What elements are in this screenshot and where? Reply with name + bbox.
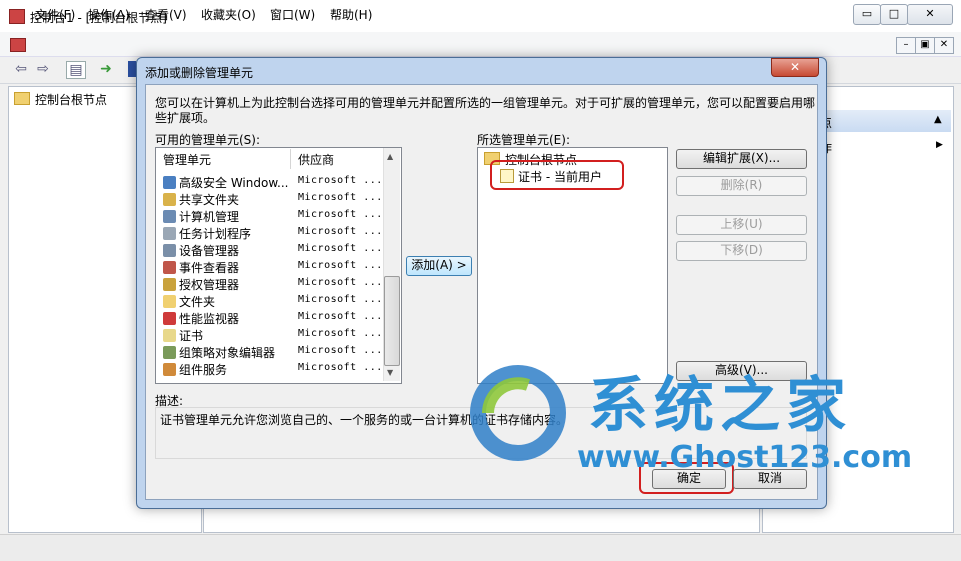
- edit-extensions-button[interactable]: 编辑扩展(X)...: [676, 149, 807, 169]
- menu-action[interactable]: 操作(A): [88, 6, 130, 23]
- authorization-icon: [163, 278, 176, 291]
- group-policy-icon: [163, 346, 176, 359]
- scroll-down-icon[interactable]: ▼: [387, 368, 393, 377]
- dialog-close-button[interactable]: ✕: [771, 58, 819, 77]
- menu-window[interactable]: 窗口(W): [270, 6, 315, 23]
- snapin-name: 共享文件夹: [179, 193, 240, 207]
- menu-view[interactable]: 查看(V): [145, 6, 187, 23]
- snapin-name: 证书: [179, 329, 204, 343]
- back-arrow-icon[interactable]: ⇦: [12, 61, 30, 77]
- clock-icon: [163, 227, 176, 240]
- mdi-close-button[interactable]: ✕: [934, 37, 954, 54]
- snapin-vendor: Microsoft ...: [298, 294, 383, 305]
- tree-root-item[interactable]: 控制台根节点: [14, 91, 107, 108]
- watermark-url: www.Ghost123.com: [577, 440, 913, 475]
- watermark-title: 系统之家: [588, 371, 852, 441]
- collapse-up-icon[interactable]: ▲: [934, 114, 942, 125]
- scroll-up-icon[interactable]: ▲: [387, 152, 393, 161]
- certificate-icon: [163, 329, 176, 342]
- status-bar: [0, 534, 961, 561]
- device-manager-icon: [163, 244, 176, 257]
- event-viewer-icon: [163, 261, 176, 274]
- add-button[interactable]: 添加(A) >: [406, 256, 472, 276]
- show-tree-icon[interactable]: ▤: [66, 61, 86, 79]
- snapin-vendor: Microsoft ...: [298, 328, 383, 339]
- column-header-vendor[interactable]: 供应商: [298, 151, 334, 168]
- snapin-vendor: Microsoft ...: [298, 277, 383, 288]
- mdi-restore-button[interactable]: ▣: [915, 37, 935, 54]
- snapin-vendor: Microsoft ...: [298, 243, 383, 254]
- snapin-name: 高级安全 Window...: [179, 176, 289, 190]
- move-up-button[interactable]: 上移(U): [676, 215, 807, 235]
- close-button[interactable]: ✕: [907, 4, 953, 25]
- column-header-snapin[interactable]: 管理单元: [163, 151, 211, 168]
- watermark-logo-icon: [470, 365, 566, 461]
- toolbar-help-icon[interactable]: [128, 61, 136, 77]
- snapin-vendor: Microsoft ...: [298, 209, 383, 220]
- menu-favorites[interactable]: 收藏夹(O): [201, 6, 256, 23]
- snapin-name: 组件服务: [179, 363, 228, 377]
- component-services-icon: [163, 363, 176, 376]
- forward-arrow-icon[interactable]: ⇨: [34, 61, 52, 77]
- snapin-name: 文件夹: [179, 295, 216, 309]
- mmc-app-icon: [9, 9, 25, 24]
- export-list-icon[interactable]: ➜: [97, 61, 115, 77]
- mdi-minimize-button[interactable]: –: [896, 37, 916, 54]
- folder-icon: [163, 295, 176, 308]
- tree-root-label: 控制台根节点: [35, 93, 108, 107]
- folder-icon: [14, 92, 30, 105]
- selected-snapins-label: 所选管理单元(E):: [477, 133, 570, 147]
- menu-help[interactable]: 帮助(H): [330, 6, 372, 23]
- move-down-button[interactable]: 下移(D): [676, 241, 807, 261]
- snapin-vendor: Microsoft ...: [298, 362, 383, 373]
- snapin-vendor: Microsoft ...: [298, 192, 383, 203]
- minimize-button[interactable]: ▭: [853, 4, 881, 25]
- snapin-vendor: Microsoft ...: [298, 311, 383, 322]
- firewall-icon: [163, 176, 176, 189]
- snapin-name: 事件查看器: [179, 261, 240, 275]
- snapin-vendor: Microsoft ...: [298, 226, 383, 237]
- snapin-name: 任务计划程序: [179, 227, 252, 241]
- column-divider[interactable]: [290, 149, 291, 169]
- computer-management-icon: [163, 210, 176, 223]
- scrollbar-thumb[interactable]: [384, 276, 400, 366]
- document-icon: [10, 38, 26, 52]
- submenu-arrow-icon: ▶: [936, 140, 943, 150]
- snapin-name: 设备管理器: [179, 244, 240, 258]
- dialog-instructions: 您可以在计算机上为此控制台选择可用的管理单元并配置所选的一组管理单元。对于可扩展…: [155, 96, 816, 125]
- snapin-name: 组策略对象编辑器: [179, 346, 276, 360]
- maximize-button[interactable]: □: [880, 4, 908, 25]
- snapin-vendor: Microsoft ...: [298, 175, 383, 186]
- snapin-vendor: Microsoft ...: [298, 345, 383, 356]
- highlight-annotation: [490, 160, 624, 190]
- remove-button[interactable]: 删除(R): [676, 176, 807, 196]
- performance-icon: [163, 312, 176, 325]
- available-snapins-label: 可用的管理单元(S):: [155, 133, 261, 147]
- menu-file[interactable]: 文件(F): [35, 6, 75, 23]
- snapin-name: 性能监视器: [179, 312, 240, 326]
- shared-folder-icon: [163, 193, 176, 206]
- menu-bar: [0, 32, 961, 57]
- dialog-title: 添加或删除管理单元: [145, 66, 254, 80]
- snapin-name: 授权管理器: [179, 278, 240, 292]
- snapin-vendor: Microsoft ...: [298, 260, 383, 271]
- snapin-name: 计算机管理: [179, 210, 240, 224]
